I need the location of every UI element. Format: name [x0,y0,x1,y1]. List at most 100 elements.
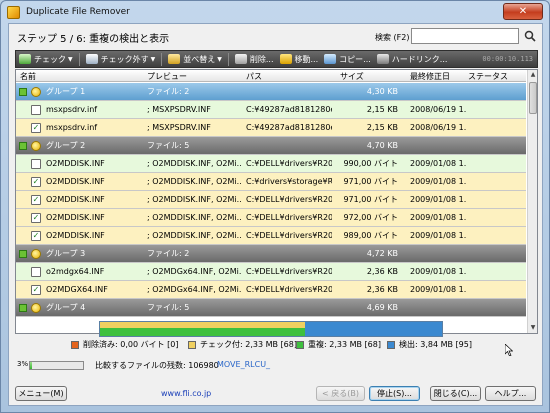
file-path: C:¥49287ad8181280e6... [246,105,332,114]
file-size: 2,15 KB [366,105,398,114]
file-modified: 2009/01/08 1... [410,195,466,204]
file-size: 972,00 バイト [343,213,398,222]
move-button[interactable]: 移動... [277,50,322,68]
file-path: C:¥DELL¥drivers¥R208... [246,213,332,222]
copy-label: コピー... [339,54,371,64]
file-preview: ; O2MDDISK.INF, O2Mi... [147,195,241,204]
hardlink-button[interactable]: ハードリンク... [374,50,451,68]
copy-button[interactable]: コピー... [321,50,374,68]
file-checkbox[interactable]: ✓ [31,285,41,295]
file-checkbox[interactable]: ✓ [31,195,41,205]
vertical-scrollbar[interactable]: ▲ ▼ [527,70,537,333]
table-row[interactable]: msxpsdrv.inf ; MSXPSDRV.INF C:¥49287ad8181… [16,101,526,119]
file-path: C:¥DELL¥drivers¥R208... [246,231,332,240]
file-path: C:¥DELL¥drivers¥R208... [246,159,332,168]
app-icon [7,5,20,19]
scroll-down-icon[interactable]: ▼ [528,323,537,333]
stop-button[interactable]: 停止(S)... [369,386,420,401]
table-row[interactable]: ✓ O2MDDISK.INF ; O2MDDISK.INF, O2Mi... C:¥D… [16,227,526,245]
file-name: msxpsdrv.inf [46,123,98,132]
window-close-button[interactable]: ✕ [503,3,543,20]
file-preview: ; O2MDDISK.INF, O2Mi... [147,159,241,168]
duplicates-swatch [296,340,304,349]
delete-button[interactable]: 削除... [232,50,277,68]
file-preview: ; MSXPSDRV.INF [147,105,211,114]
check-icon [19,54,31,64]
file-path: C:¥49287ad8181280e6... [246,123,332,132]
table-row[interactable]: ✓ O2MDGX64.INF ; O2MDGx64.INF, O2Mi... C:¥D… [16,281,526,299]
table-row[interactable]: ✓ O2MDDISK.INF ; O2MDDISK.INF, O2Mi... C:¥d… [16,173,526,191]
group-size: 4,69 KB [366,303,398,312]
file-preview: ; O2MDGx64.INF, O2Mi... [147,267,241,276]
file-modified: 2009/01/08 1... [410,285,466,294]
expand-toggle-icon[interactable] [19,304,27,312]
chevron-down-icon: ▼ [217,55,222,63]
column-header-modified[interactable]: 最終修正日 [410,71,450,82]
progress-bar [29,361,84,370]
detected-swatch [387,340,395,349]
remaining-files-label: 比較するファイルの残数: 106980 [95,361,219,370]
scroll-up-icon[interactable]: ▲ [528,70,537,80]
uncheck-dropdown[interactable]: チェック外す ▼ [83,50,159,68]
elapsed-timer: 00:00:10.113 [482,55,533,63]
expand-toggle-icon[interactable] [19,250,27,258]
column-header-path[interactable]: パス [246,71,262,82]
column-header-status[interactable]: ステータス [468,71,508,82]
group-row[interactable]: グループ 3 ファイル: 2 4,72 KB [16,245,526,263]
file-path: C:¥DELL¥drivers¥R208... [246,195,332,204]
help-button[interactable]: ヘルプ... [485,386,536,401]
table-row[interactable]: ✓ O2MDDISK.INF ; O2MDDISK.INF, O2Mi... C:¥D… [16,191,526,209]
group-row[interactable]: グループ 1 ファイル: 2 4,30 KB [16,83,526,101]
legend-deleted: 削除済み: 0,00 バイト [0] [71,339,178,350]
legend-detected-label: 検出: 3,84 MB [95] [399,340,472,349]
title-bar[interactable]: Duplicate File Remover ✕ [1,1,549,23]
file-size: 990,00 バイト [343,159,398,168]
uncheck-icon [85,54,98,64]
check-dropdown[interactable]: チェック ▼ [16,50,76,68]
website-link[interactable]: www.fli.co.jp [161,389,211,398]
expand-toggle-icon[interactable] [19,142,27,150]
scrollbar-thumb[interactable] [529,82,537,114]
close-button[interactable]: 閉じる(C)... [430,386,481,401]
group-row[interactable]: グループ 2 ファイル: 5 4,70 KB [16,137,526,155]
file-checkbox[interactable]: ✓ [31,231,41,241]
search-input[interactable] [411,28,519,44]
back-button[interactable]: < 戻る(B) [316,386,365,401]
check-label: チェック [34,54,66,64]
file-checkbox[interactable]: ✓ [31,177,41,187]
group-file-count: ファイル: 5 [147,141,190,150]
file-modified: 2008/06/19 1... [410,105,466,114]
group-row[interactable]: グループ 4 ファイル: 5 4,69 KB [16,299,526,317]
search-icon[interactable] [524,30,536,42]
table-row[interactable]: o2mdgx64.INF ; O2MDGx64.INF, O2Mi... C:¥DE… [16,263,526,281]
file-modified: 2009/01/08 1... [410,231,466,240]
file-name: O2MDDISK.INF [46,231,105,240]
duplicates-list[interactable]: 名前 プレビュー パス サイズ 最終修正日 ステータス グループ 1 ファイル: … [15,69,538,334]
file-checkbox[interactable] [31,267,41,277]
file-checkbox[interactable]: ✓ [31,213,41,223]
group-name: グループ 1 [46,87,86,96]
column-header-preview[interactable]: プレビュー [147,71,187,82]
expand-toggle-icon[interactable] [19,88,27,96]
file-checkbox[interactable] [31,159,41,169]
uncheck-label: チェック外す [100,54,149,64]
table-row[interactable]: ✓ O2MDDISK.INF ; O2MDDISK.INF, O2Mi... C:¥D… [16,209,526,227]
file-checkbox[interactable] [31,105,41,115]
current-file: MOVE_RLCU_ [217,360,271,369]
menu-button[interactable]: メニュー(M) [15,386,67,401]
group-size: 4,70 KB [366,141,398,150]
column-header-name[interactable]: 名前 [20,71,36,82]
legend-deleted-label: 削除済み: 0,00 バイト [0] [83,340,179,349]
file-name: O2MDDISK.INF [46,159,105,168]
column-header-size[interactable]: サイズ [340,71,364,82]
sort-dropdown[interactable]: 並べ替え ▼ [165,50,225,68]
file-path: C:¥DELL¥drivers¥R208... [246,267,332,276]
table-row[interactable]: ✓ msxpsdrv.inf ; MSXPSDRV.INF C:¥49287ad818… [16,119,526,137]
table-row[interactable]: O2MDDISK.INF ; O2MDDISK.INF, O2Mi... C:¥DE… [16,155,526,173]
group-icon [31,87,41,97]
file-name: o2mdgx64.INF [46,267,105,276]
group-size: 4,30 KB [366,87,398,96]
file-modified: 2009/01/08 1... [410,177,466,186]
sort-label: 並べ替え [183,54,216,64]
file-checkbox[interactable]: ✓ [31,123,41,133]
